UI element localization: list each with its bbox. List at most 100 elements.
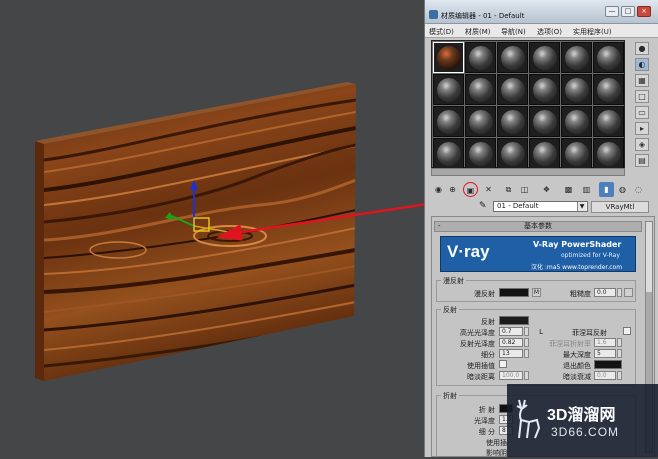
go-to-parent-icon[interactable]: ▮ [599,182,614,197]
dim-dist-input[interactable]: 100.0 [499,371,523,380]
select-by-material-icon[interactable]: ▤ [635,154,649,167]
fresnel-checkbox[interactable] [623,327,631,335]
roughness-map-button[interactable] [624,288,633,297]
uv-tiling-icon[interactable]: □ [635,90,649,103]
slots-scrollbar[interactable] [431,168,625,176]
rollout-header[interactable]: - 基本参数 [434,221,642,232]
video-check-icon[interactable]: ▭ [635,106,649,119]
roughness-spinner[interactable] [617,288,622,297]
exit-color-swatch[interactable] [594,360,622,369]
show-map-icon[interactable]: ▩ [561,182,576,197]
sample-slot[interactable] [561,138,592,169]
sample-slot[interactable] [433,42,464,73]
interp-label: 使用插值 [467,362,495,370]
refl-gloss-input[interactable]: 0.82 [499,338,523,347]
viewport-scene [35,82,461,381]
sample-slot[interactable] [593,42,624,73]
checker-icon[interactable]: ▦ [635,74,649,87]
sample-type-icon[interactable]: ● [635,42,649,55]
sample-slot[interactable] [593,74,624,105]
subdivs-input[interactable]: 13 [499,349,523,358]
sample-slot[interactable] [561,42,592,73]
show-end-result-icon[interactable]: ▥ [579,182,594,197]
sample-sphere-icon [597,46,621,70]
lock-label[interactable]: L [535,328,543,336]
deer-logo-icon [516,399,541,439]
get-material-icon[interactable]: ◉ [431,182,446,197]
max-depth-input[interactable]: 5 [594,349,616,358]
sample-slot[interactable] [593,138,624,169]
roughness-input[interactable]: 0.0 [594,288,616,297]
refl-gloss-spinner[interactable] [524,338,529,347]
diffuse-color-swatch[interactable] [499,288,529,297]
make-unique-icon[interactable]: ◫ [517,182,532,197]
sample-slot[interactable] [465,138,496,169]
pick-material-icon[interactable]: ◌ [631,182,646,197]
sample-slot[interactable] [497,42,528,73]
sample-slot[interactable] [529,138,560,169]
sample-slot[interactable] [433,74,464,105]
sample-slot[interactable] [529,106,560,137]
max-depth-spinner[interactable] [617,349,622,358]
diffuse-label: 漫反射 [474,290,495,298]
preview-icon[interactable]: ▸ [635,122,649,135]
sample-slot[interactable] [465,74,496,105]
chevron-down-icon[interactable]: ▼ [577,202,586,211]
dim-dist-spinner[interactable] [524,371,529,380]
fresnel-ior-input[interactable]: 1.6 [594,338,616,347]
menu-navigation[interactable]: 导航(N) [501,27,526,37]
interp-checkbox[interactable] [499,360,507,368]
material-type-button[interactable]: VRayMtl [591,201,649,213]
viewport[interactable] [0,0,461,457]
go-forward-icon[interactable]: ◍ [615,182,630,197]
material-name-field[interactable]: 01 - Default [493,201,588,212]
subdivs-spinner[interactable] [524,349,529,358]
sample-slot[interactable] [561,74,592,105]
menu-mode[interactable]: 模式(D) [429,27,454,37]
sample-slot[interactable] [433,138,464,169]
banner-optimized: optimized for V-Ray [561,252,620,259]
watermark: 3D溜溜网 3D66.COM [507,384,658,457]
dim-falloff-spinner[interactable] [617,371,622,380]
put-to-scene-icon[interactable]: ⊕ [445,182,460,197]
minimize-button[interactable]: — [605,6,619,17]
fresnel-label: 菲涅耳反射 [572,329,607,337]
eyedropper-icon[interactable]: ✎ [479,201,487,211]
material-effects-icon[interactable]: ❖ [539,182,554,197]
backlight-icon[interactable]: ◐ [635,58,649,71]
reset-map-icon[interactable]: ✕ [481,182,496,197]
reflect-color-swatch[interactable] [499,316,529,325]
subdivs-label: 细分 [481,351,495,359]
title-bar[interactable]: 材质编辑器 - 01 - Default — □ × [425,0,658,24]
options-icon[interactable]: ◈ [635,138,649,151]
diffuse-map-button[interactable]: M [532,288,541,297]
sample-slot[interactable] [529,42,560,73]
dim-falloff-input[interactable]: 0.0 [594,371,616,380]
window-title: 材质编辑器 - 01 - Default [441,12,525,20]
sample-slot[interactable] [497,138,528,169]
sample-slot[interactable] [433,106,464,137]
menu-utilities[interactable]: 实用程序(U) [573,27,612,37]
sample-slot[interactable] [497,106,528,137]
rollout-title: 基本参数 [524,222,552,230]
sample-slot[interactable] [465,106,496,137]
close-button[interactable]: × [637,6,651,17]
sample-slot[interactable] [465,42,496,73]
sample-slot[interactable] [497,74,528,105]
sample-slot[interactable] [561,106,592,137]
sample-sphere-icon [565,46,589,70]
exit-color-label: 退出颜色 [563,362,591,370]
side-toolbar: ● ◐ ▦ □ ▭ ▸ ◈ ▤ [632,40,654,168]
sample-slot[interactable] [593,106,624,137]
scrollbar-thumb[interactable] [646,222,652,292]
sample-slot[interactable] [529,74,560,105]
menu-material[interactable]: 材质(M) [465,27,491,37]
hilight-gloss-input[interactable]: 0.7 [499,327,523,336]
diffuse-group-label: 漫反射 [441,276,466,286]
make-copy-icon[interactable]: ⧉ [501,182,516,197]
restore-button[interactable]: □ [621,6,635,17]
menu-options[interactable]: 选项(O) [537,27,562,37]
hilight-gloss-spinner[interactable] [524,327,529,336]
assign-material-icon[interactable]: ▣ [463,182,478,197]
fresnel-ior-spinner[interactable] [617,338,622,347]
